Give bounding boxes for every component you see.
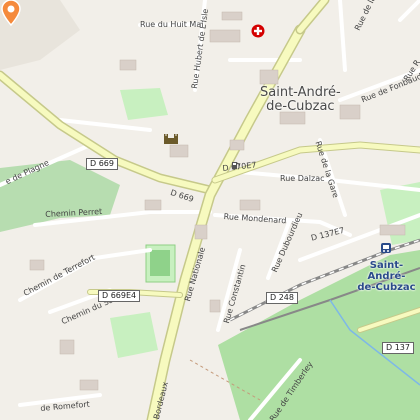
building — [379, 224, 406, 236]
castle-icon[interactable] — [163, 133, 179, 145]
building — [209, 299, 221, 313]
street-north-east — [338, 0, 347, 72]
road-shield: D 669E4 — [98, 290, 141, 302]
road-shield: D 669 — [86, 158, 118, 170]
field-east — [380, 182, 420, 245]
town-label: Saint-André- de-Cubzac — [260, 85, 341, 114]
building — [229, 139, 245, 151]
location-pin-icon[interactable] — [0, 0, 22, 26]
street-label: Rue Dalzac — [280, 174, 325, 183]
road-shield: D 248 — [266, 292, 298, 304]
map-canvas[interactable]: Saint-André- de-Cubzac Saint-André- de-C… — [0, 0, 420, 420]
road-shield: D 137 — [382, 342, 414, 354]
street-rue-r — [398, 0, 420, 22]
building — [119, 59, 137, 71]
pitch-inner — [150, 250, 170, 276]
building — [194, 224, 208, 240]
station-label: Saint-André- de-Cubzac — [357, 260, 416, 293]
road-north — [297, 0, 328, 33]
building — [144, 199, 162, 211]
street-label: Rue du Huit Mai — [140, 20, 204, 29]
train-station-icon[interactable] — [380, 242, 392, 254]
park-area — [120, 88, 168, 120]
park-area-south — [110, 312, 158, 358]
building — [259, 69, 279, 85]
building — [339, 104, 361, 120]
fuel-icon[interactable] — [231, 160, 241, 170]
hospital-cross-icon[interactable] — [251, 24, 265, 38]
building — [169, 144, 189, 158]
building — [221, 11, 243, 21]
building — [29, 259, 45, 271]
building — [209, 29, 241, 43]
building — [79, 379, 99, 391]
building — [239, 199, 261, 211]
building — [59, 339, 75, 355]
